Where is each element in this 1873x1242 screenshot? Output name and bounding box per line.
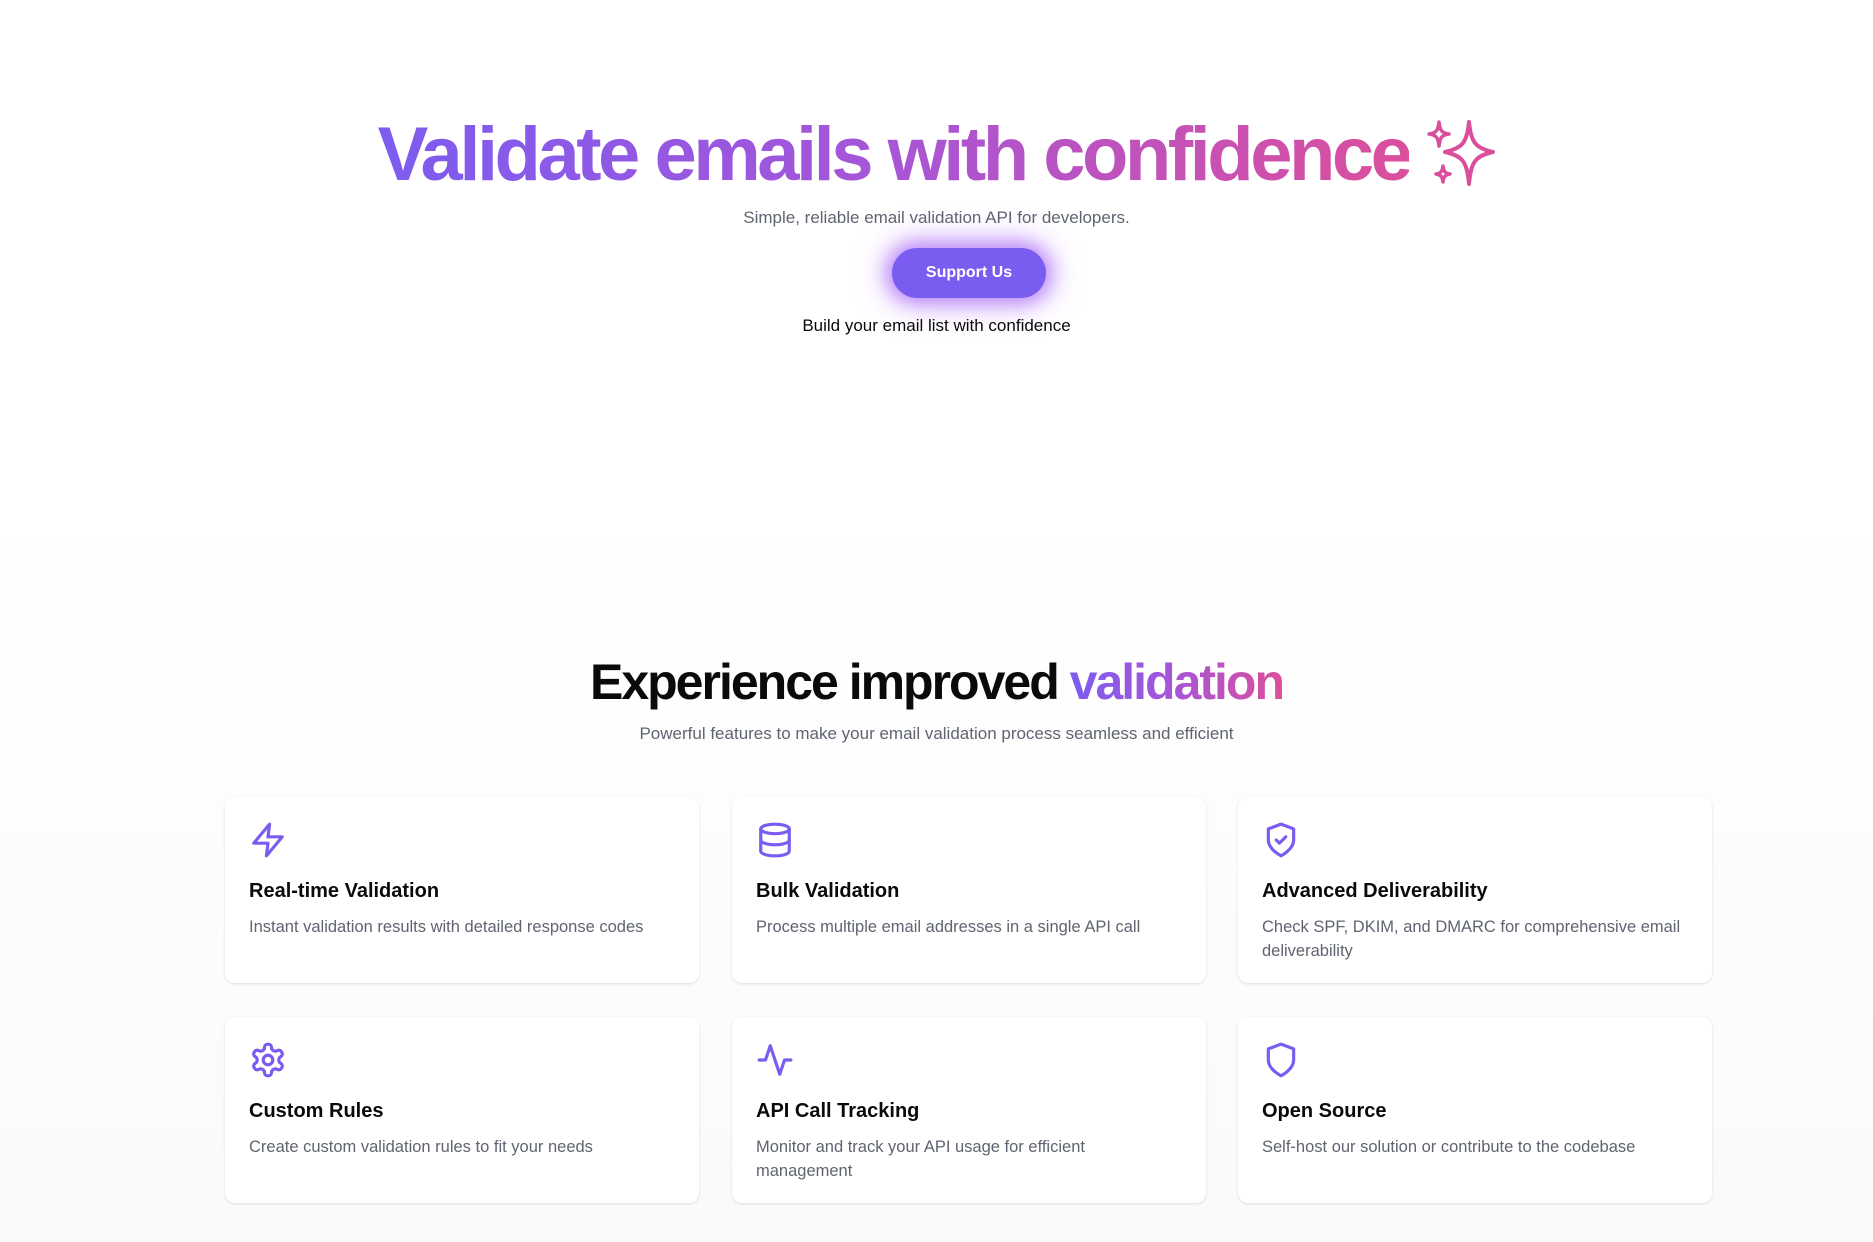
feature-card-title: Custom Rules [249, 1100, 384, 1122]
feature-card-title: Advanced Deliverability [1262, 880, 1488, 902]
feature-card-description: Check SPF, DKIM, and DMARC for comprehen… [1262, 918, 1681, 960]
feature-card: Advanced Deliverability Check SPF, DKIM,… [1238, 797, 1712, 983]
features-subtitle: Powerful features to make your email val… [639, 724, 1234, 743]
features-title-prefix: Experience improved [589, 654, 1070, 710]
activity-icon [756, 1041, 794, 1079]
shield-icon [1262, 1041, 1300, 1079]
feature-card: API Call Tracking Monitor and track your… [732, 1017, 1206, 1203]
feature-card: Open Source Self-host our solution or co… [1238, 1017, 1712, 1203]
feature-card-description: Create custom validation rules to fit yo… [249, 1138, 593, 1156]
hero-tagline: Build your email list with confidence [802, 316, 1071, 335]
feature-card-title: Bulk Validation [756, 880, 900, 902]
hero-title-text: Validate emails with confidence [377, 112, 1413, 197]
features-title-highlight: validation [1069, 654, 1285, 710]
sparkles-icon [1425, 115, 1496, 189]
feature-card-description: Self-host our solution or contribute to … [1262, 1138, 1636, 1156]
feature-card-description: Monitor and track your API usage for eff… [756, 1138, 1085, 1180]
support-us-button[interactable]: Support Us [892, 248, 1046, 298]
feature-card-description: Process multiple email addresses in a si… [756, 918, 1141, 936]
gear-icon [249, 1041, 287, 1079]
features-title: Experience improved validation [0, 650, 1873, 714]
feature-card-title: API Call Tracking [756, 1100, 920, 1122]
shield-check-icon [1262, 821, 1300, 859]
hero-subtitle: Simple, reliable email validation API fo… [743, 208, 1130, 227]
hero-title: Validate emails with confidence [0, 105, 1873, 205]
lightning-icon [249, 821, 287, 859]
feature-card-description: Instant validation results with detailed… [249, 918, 644, 936]
feature-card: Custom Rules Create custom validation ru… [225, 1017, 699, 1203]
feature-card: Bulk Validation Process multiple email a… [732, 797, 1206, 983]
feature-card: Real-time Validation Instant validation … [225, 797, 699, 983]
database-icon [756, 821, 794, 859]
feature-card-title: Open Source [1262, 1100, 1387, 1122]
feature-card-title: Real-time Validation [249, 880, 440, 902]
